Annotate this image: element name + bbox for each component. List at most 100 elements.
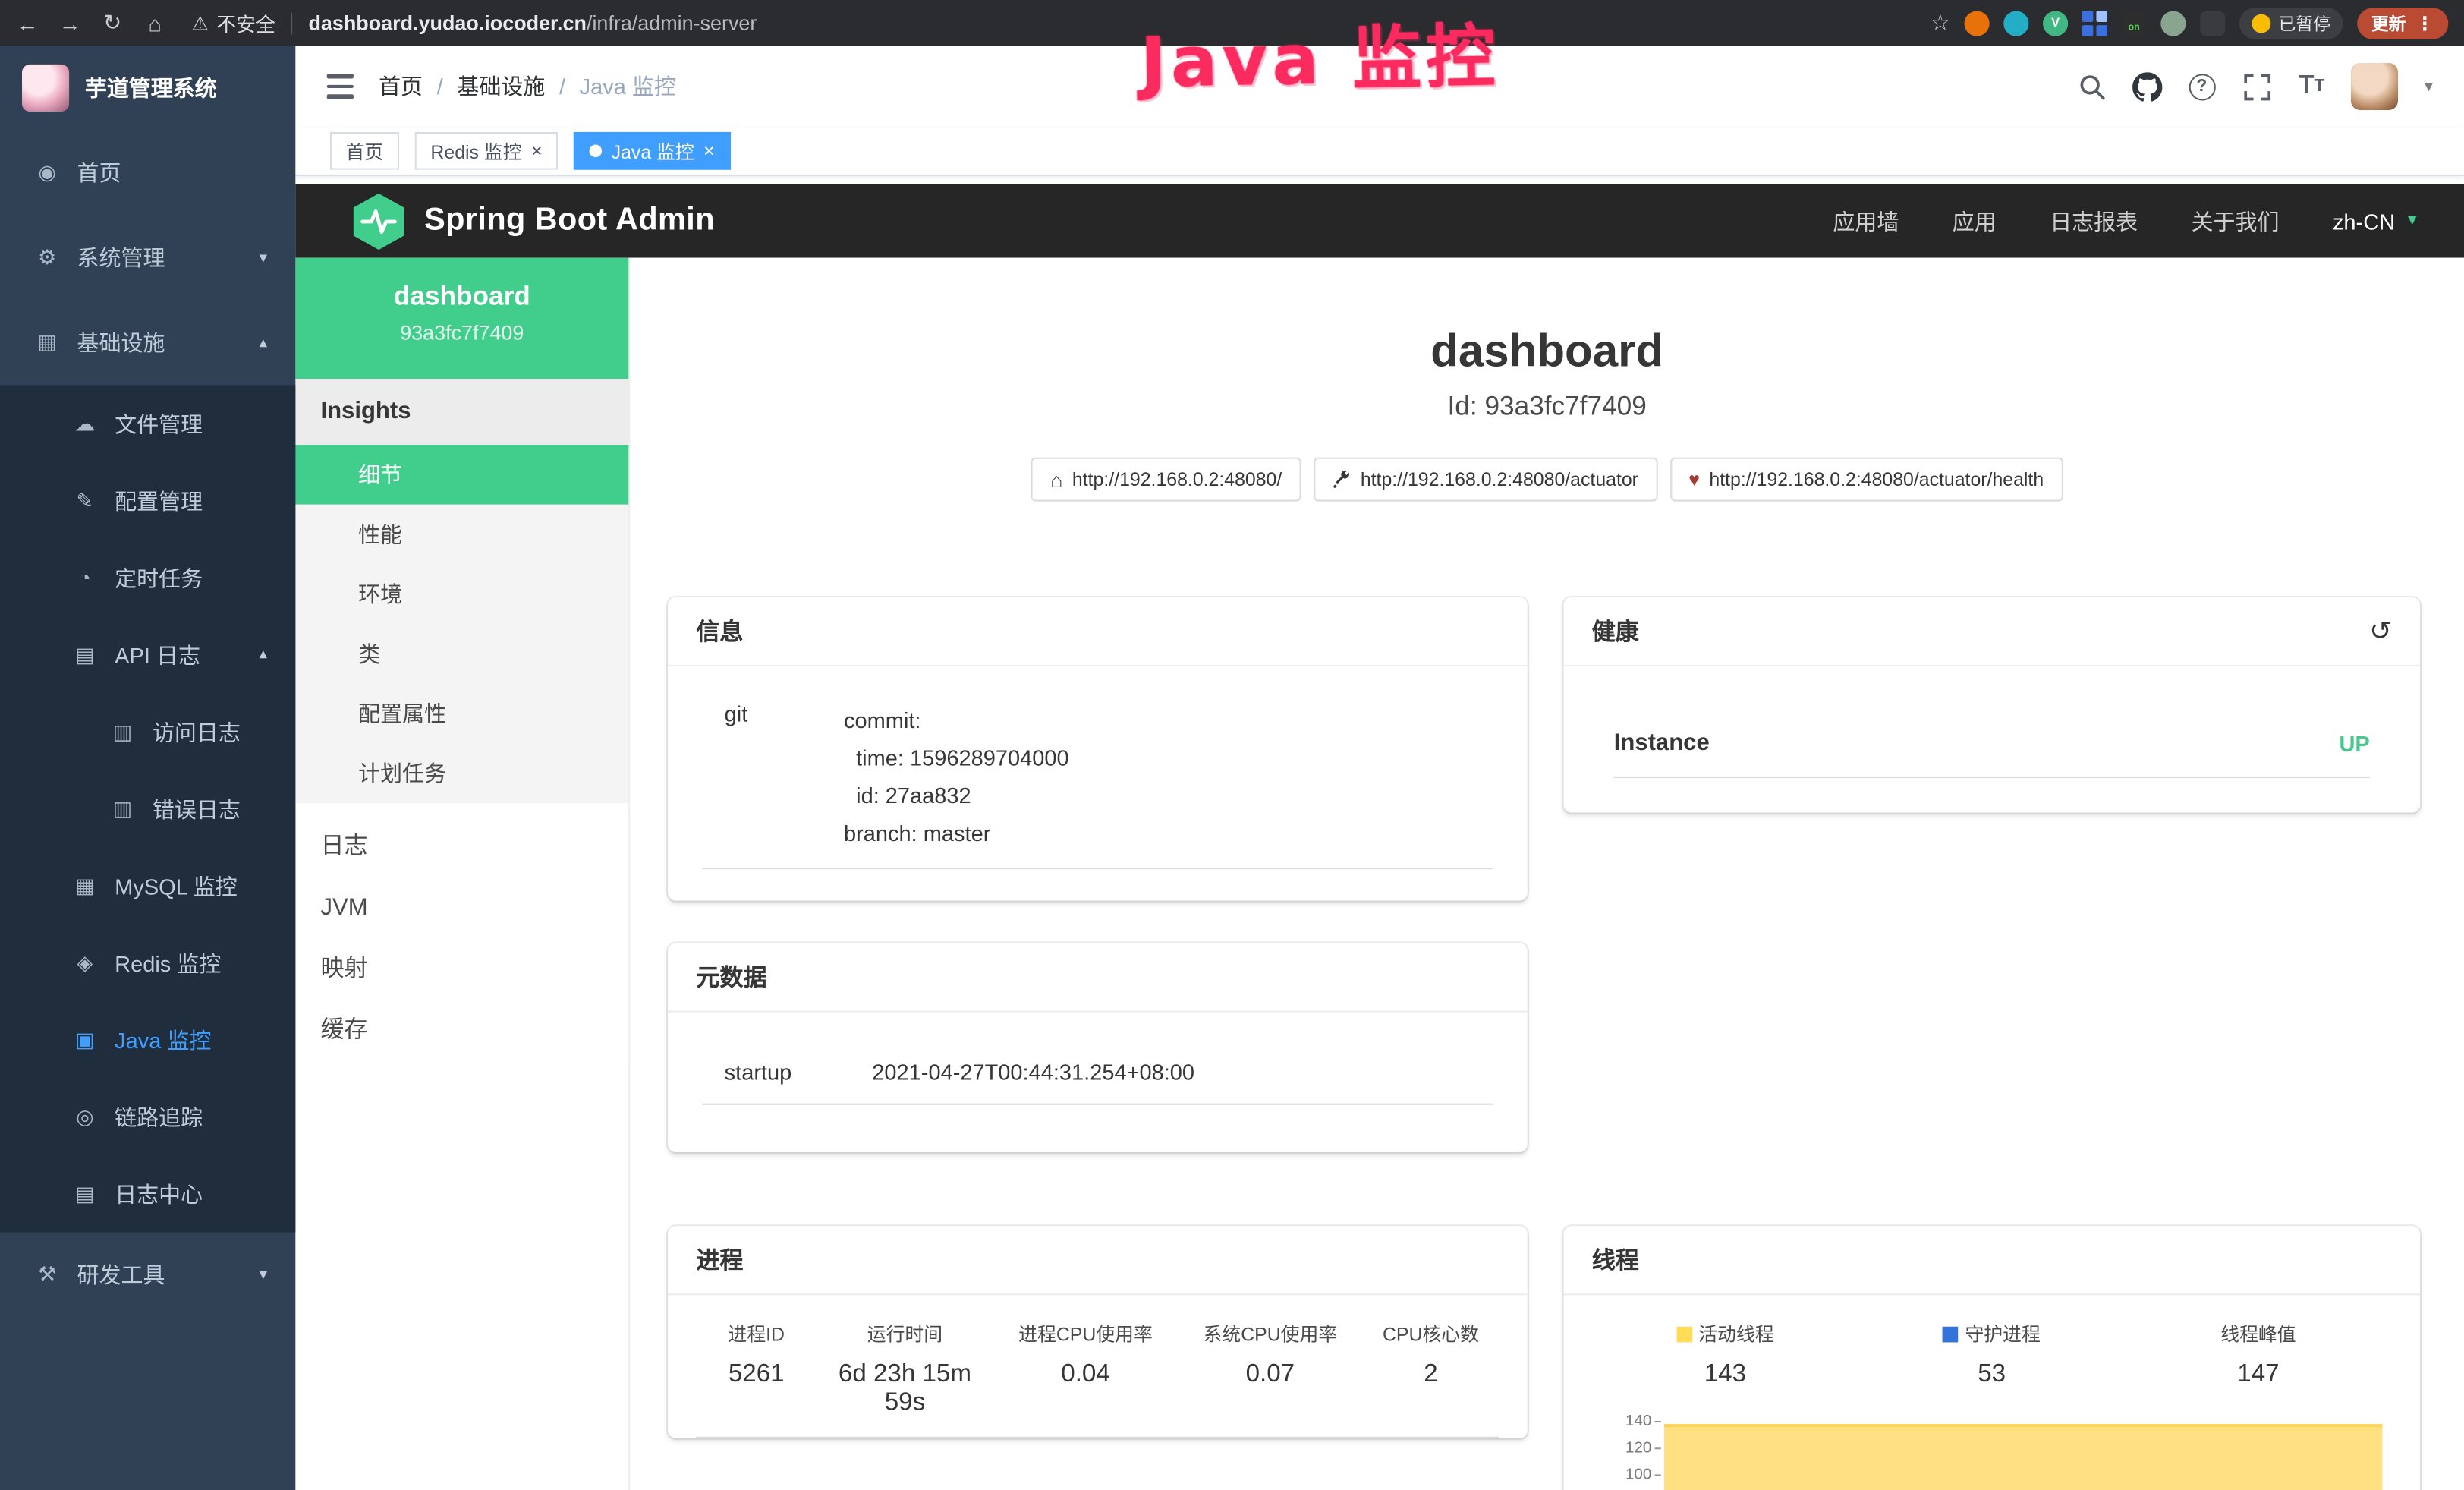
actuator-link[interactable]: http://192.168.0.2:48080/actuator [1314, 458, 1657, 502]
github-icon[interactable] [2131, 71, 2162, 102]
avatar-caret-icon[interactable]: ▼ [2422, 79, 2435, 95]
trace-icon: ◎ [69, 1104, 100, 1129]
extension-icon[interactable] [2003, 10, 2028, 35]
health-link[interactable]: ♥http://192.168.0.2:48080/actuator/healt… [1669, 458, 2063, 502]
help-icon[interactable]: ? [2186, 71, 2217, 102]
process-col-header: 运行时间 [867, 1320, 942, 1347]
paused-badge[interactable]: 已暂停 [2239, 7, 2343, 38]
sidebar-item-infrastructure[interactable]: ▦ 基础设施 ▴ [0, 301, 295, 386]
git-commit-line: commit: [844, 701, 1493, 739]
instance-home-link[interactable]: ⌂http://192.168.0.2:48080/ [1031, 458, 1301, 502]
sidebar-item-log-center[interactable]: ▤ 日志中心 [0, 1155, 295, 1232]
close-icon[interactable]: × [703, 141, 715, 160]
font-size-icon[interactable]: TT [2296, 71, 2327, 102]
threads-card-title: 线程 [1592, 1243, 1639, 1276]
sba-item-config-props[interactable]: 配置属性 [295, 684, 628, 744]
address-bar[interactable]: ⚠ 不安全 dashboard.yudao.iocoder.cn/infra/a… [192, 8, 1931, 37]
sidebar-item-java-monitor[interactable]: ▣ Java 监控 [0, 1001, 295, 1078]
chart-y-axis: 140 120 100 [1592, 1402, 1661, 1488]
info-card-title: 信息 [696, 615, 743, 647]
extension-icon[interactable] [2160, 10, 2186, 35]
reload-icon[interactable]: ↻ [91, 9, 134, 36]
history-icon[interactable]: ↺ [2369, 616, 2392, 647]
live-threads-value: 143 [1704, 1361, 1746, 1389]
close-icon[interactable]: × [531, 141, 543, 160]
bookmark-star-icon[interactable]: ☆ [1931, 9, 1950, 36]
breadcrumb: 首页 / 基础设施 / Java 监控 [379, 71, 676, 102]
threads-card: 线程 活动线程 143 守护进程 53 线 [1563, 1226, 2420, 1490]
sba-frame: Spring Boot Admin 应用墙 应用 日志报表 关于我们 zh-CN… [295, 176, 2464, 1490]
back-icon[interactable]: ← [6, 10, 49, 35]
instance-id: 93a3fc7f7409 [295, 320, 628, 344]
tags-view-bar: 首页 Redis 监控× Java 监控× [295, 128, 2464, 176]
sidebar-item-home[interactable]: ◉ 首页 [0, 131, 295, 216]
extension-grid-icon[interactable] [2082, 10, 2107, 35]
sidebar-item-tracing[interactable]: ◎ 链路追踪 [0, 1079, 295, 1155]
tab-redis-monitor[interactable]: Redis 监控× [415, 132, 559, 170]
search-icon[interactable] [2076, 71, 2107, 102]
sidebar-item-label: 首页 [77, 157, 121, 188]
sba-nav-journal[interactable]: 日志报表 [2050, 205, 2138, 236]
instance-header[interactable]: dashboard 93a3fc7f7409 [295, 258, 628, 379]
sidebar-item-api-logs[interactable]: ▤ API 日志 ▴ [0, 616, 295, 693]
hamburger-icon[interactable] [327, 74, 354, 99]
process-card-title: 进程 [696, 1243, 743, 1276]
breadcrumb-home[interactable]: 首页 [379, 71, 423, 102]
cpu-cores-value: 2 [1424, 1361, 1437, 1389]
sidebar-item-label: Java 监控 [115, 1024, 211, 1055]
tab-java-monitor[interactable]: Java 监控× [574, 132, 730, 170]
process-card: 进程 进程ID5261 运行时间6d 23h 15m 59s 进程CPU使用率0… [668, 1226, 1528, 1438]
sidebar-item-mysql-monitor[interactable]: ▦ MySQL 监控 [0, 847, 295, 924]
sidebar-item-scheduled-jobs[interactable]: ◔ 定时任务 [0, 539, 295, 616]
sba-item-loggers[interactable]: 日志 [295, 816, 628, 877]
not-secure-warning-icon: ⚠ [192, 12, 209, 34]
sba-navbar: Spring Boot Admin 应用墙 应用 日志报表 关于我们 zh-CN… [295, 184, 2464, 257]
process-cpu-value: 0.04 [1061, 1361, 1109, 1389]
sba-item-scheduled-tasks[interactable]: 计划任务 [295, 743, 628, 803]
process-col-header: 进程CPU使用率 [1018, 1320, 1153, 1347]
sba-item-mappings[interactable]: 映射 [295, 938, 628, 1000]
sba-brand[interactable]: Spring Boot Admin [352, 191, 715, 251]
git-info-row: git commit: time: 1596289704000 id: 27aa… [703, 701, 1493, 870]
sba-item-environment[interactable]: 环境 [295, 564, 628, 624]
extension-icon[interactable] [1965, 10, 1990, 35]
sidebar-item-redis-monitor[interactable]: ◈ Redis 监控 [0, 925, 295, 1001]
sba-item-metrics[interactable]: 性能 [295, 505, 628, 565]
sba-item-caches[interactable]: 缓存 [295, 1000, 628, 1061]
sidebar-item-config-management[interactable]: ✎ 配置管理 [0, 462, 295, 539]
forward-icon[interactable]: → [49, 10, 91, 35]
health-card-title: 健康 [1592, 615, 1639, 647]
url-domain: dashboard.yudao.iocoder.cn [308, 11, 586, 34]
user-avatar[interactable] [2351, 63, 2398, 110]
tab-home[interactable]: 首页 [330, 132, 399, 170]
sba-nav-about[interactable]: 关于我们 [2192, 205, 2280, 236]
process-pid-value: 5261 [729, 1361, 785, 1389]
startup-value: 2021-04-27T00:44:31.254+08:00 [872, 1060, 1493, 1085]
vue-devtools-icon[interactable]: V [2043, 10, 2068, 35]
breadcrumb-infrastructure[interactable]: 基础设施 [457, 71, 545, 102]
locale-selector[interactable]: zh-CN▼ [2333, 208, 2420, 233]
health-instance-label: Instance [1614, 729, 1710, 756]
sidebar-item-file-management[interactable]: ☁ 文件管理 [0, 385, 295, 461]
app-logo[interactable]: 芋道管理系统 [0, 46, 295, 131]
sba-item-classes[interactable]: 类 [295, 624, 628, 684]
sba-nav-applications[interactable]: 应用 [1953, 205, 1997, 236]
update-button[interactable]: 更新 ⋮ [2357, 7, 2448, 38]
fullscreen-icon[interactable] [2241, 71, 2272, 102]
document-icon: ▥ [107, 719, 138, 744]
sidebar-item-access-logs[interactable]: ▥ 访问日志 [0, 693, 295, 770]
sidebar-item-error-logs[interactable]: ▥ 错误日志 [0, 770, 295, 847]
sba-item-details[interactable]: 细节 [295, 445, 628, 505]
update-label: 更新 [2371, 10, 2406, 35]
browser-toolbar: ← → ↻ ⌂ ⚠ 不安全 dashboard.yudao.iocoder.cn… [0, 0, 2464, 46]
extension-on-icon[interactable]: on [2122, 10, 2147, 35]
sba-bottom-list: 日志 JVM 映射 缓存 [295, 803, 628, 1061]
sba-item-jvm[interactable]: JVM [295, 877, 628, 939]
sba-nav-wallboard[interactable]: 应用墙 [1833, 205, 1899, 236]
browser-home-icon[interactable]: ⌂ [134, 10, 176, 35]
extensions-puzzle-icon[interactable] [2200, 10, 2225, 35]
browser-menu-icon[interactable]: ⋮ [2415, 12, 2434, 34]
sidebar-item-system-management[interactable]: ⚙ 系统管理 ▾ [0, 216, 295, 301]
paused-label: 已暂停 [2279, 10, 2330, 35]
sidebar-item-dev-tools[interactable]: ⚒ 研发工具 ▾ [0, 1233, 295, 1318]
